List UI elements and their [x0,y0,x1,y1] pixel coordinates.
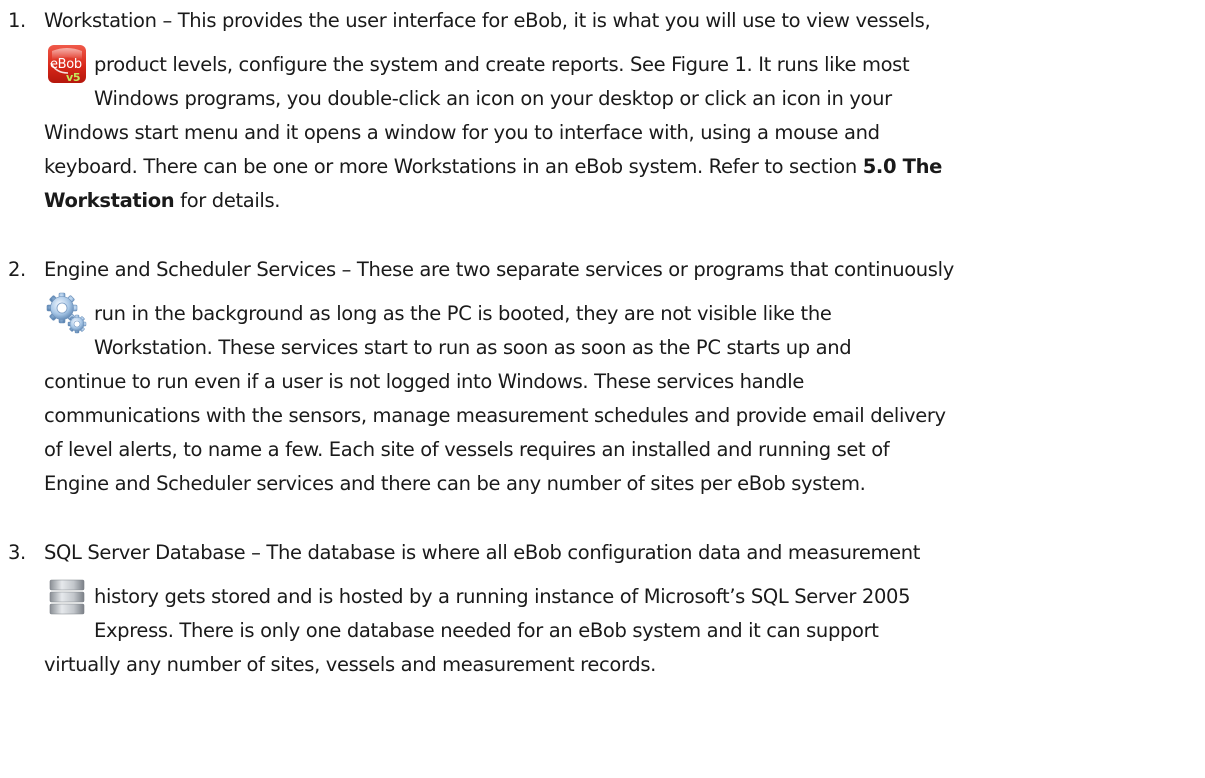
list-text-line: communications with the sensors, manage … [44,404,946,427]
section-reference-bold: 5.0 The [862,155,943,178]
gears-icon [46,292,87,334]
list-text-line: of level alerts, to name a few. Each sit… [44,438,890,461]
ebob-v5-icon: eBob v5 [48,45,86,84]
list-number: 1. [8,9,26,32]
svg-text:v5: v5 [66,71,80,84]
database-icon [49,579,85,615]
list-text-line: Engine and Scheduler services and there … [44,472,866,495]
line-text: for details. [174,189,281,212]
list-text-line: Windows start menu and it opens a window… [44,121,880,144]
list-number: 3. [8,541,26,564]
list-text-line: product levels, configure the system and… [94,53,910,76]
list-text-line: Engine and Scheduler Services – These ar… [44,258,954,281]
list-text-line: Express. There is only one database need… [94,619,879,642]
svg-text:eBob: eBob [50,57,82,72]
list-text-line: SQL Server Database – The database is wh… [44,541,921,564]
list-text-line: Windows programs, you double-click an ic… [94,87,892,110]
list-number: 2. [8,258,26,281]
line-text: keyboard. There can be one or more Works… [44,155,863,178]
section-reference-bold: Workstation [44,189,175,212]
list-text-line: Workstation for details. [44,184,281,217]
list-text-line: history gets stored and is hosted by a r… [94,585,911,608]
list-text-line: keyboard. There can be one or more Works… [44,150,942,183]
list-text-line: run in the background as long as the PC … [94,302,832,325]
list-text-line: virtually any number of sites, vessels a… [44,653,656,676]
list-text-line: Workstation – This provides the user int… [44,9,931,32]
list-text-line: Workstation. These services start to run… [94,336,852,359]
list-text-line: continue to run even if a user is not lo… [44,370,805,393]
